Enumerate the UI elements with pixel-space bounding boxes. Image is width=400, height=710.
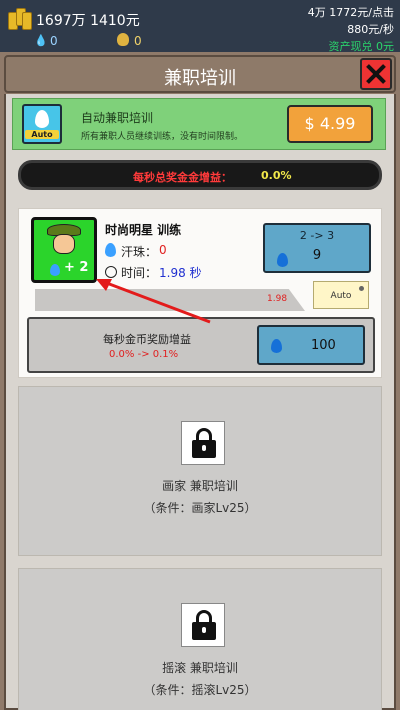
page-title: 兼职培训: [164, 68, 236, 89]
reward-title: 每秒金币奖励增益: [103, 333, 191, 346]
training-progress-bar: [35, 289, 305, 311]
per-second-income: 880元/秒: [347, 23, 394, 36]
locked-card-condition: （条件：摇滚Lv25）: [143, 683, 257, 697]
status-bar: 1697万 1410元 💧 0 0 4万 1772元/点击 880元/秒 资产现…: [0, 0, 400, 54]
face-icon: [53, 234, 75, 254]
sweat-drop-icon: 💧: [34, 34, 48, 47]
money-bag-icon: [117, 33, 129, 46]
close-button[interactable]: [360, 58, 392, 90]
sweat-label: 汗珠：: [121, 245, 158, 259]
card-title: 时尚明星 训练: [105, 223, 182, 237]
money-display: 1697万 1410元: [36, 13, 140, 29]
auto-training-banner: Auto 自动兼职培训 所有兼职人员继续训练，没有时间限制。 $ 4.99: [12, 98, 386, 150]
auto-training-icon: Auto: [22, 104, 62, 144]
locked-training-card: 画家 兼职培训 （条件：画家Lv25）: [18, 386, 382, 556]
training-card-fashion-star: + 2 时尚明星 训练 汗珠： 0 时间： 1.98 秒 2 -> 3 9 1.…: [18, 208, 382, 378]
locked-card-title: 画家 兼职培训: [162, 479, 238, 493]
avatar-badge: + 2: [64, 260, 89, 275]
lock-icon: [181, 421, 225, 465]
per-click-income: 4万 1772元/点击: [307, 6, 394, 19]
reward-panel: 每秒金币奖励增益 0.0% -> 0.1% 100: [27, 317, 375, 373]
reward-upgrade-button[interactable]: 100: [257, 325, 365, 365]
buy-auto-training-button[interactable]: $ 4.99: [287, 105, 373, 143]
reward-change: 0.0% -> 0.1%: [109, 349, 179, 360]
sweat-drop-icon: [105, 243, 116, 257]
time-value: 1.98 秒: [159, 266, 202, 280]
auto-training-description: 所有兼职人员继续训练，没有时间限制。: [81, 132, 244, 142]
auto-training-title: 自动兼职培训: [81, 111, 154, 125]
total-bonus-bar: 每秒总奖金金增益： 0.0%: [18, 160, 382, 190]
drop-icon: [271, 339, 282, 353]
sweat-count: 0: [50, 34, 58, 48]
level-up-button[interactable]: 2 -> 3 9: [263, 223, 371, 273]
cash-out-link[interactable]: 资产现兑 0元: [329, 38, 395, 54]
lock-icon: [181, 603, 225, 647]
sweat-value: 0: [159, 243, 167, 257]
bag-count: 0: [134, 34, 142, 48]
progress-text: 1.98: [267, 294, 288, 304]
dialog-header: 兼职培训: [4, 55, 396, 93]
bonus-label: 每秒总奖金金增益：: [133, 171, 232, 184]
auto-toggle[interactable]: Auto: [313, 281, 369, 309]
locked-card-title: 摇滚 兼职培训: [162, 661, 238, 675]
clock-icon: [105, 266, 117, 278]
drop-icon: [50, 264, 60, 276]
coins-icon: [8, 8, 32, 30]
level-change: 2 -> 3: [299, 229, 335, 242]
locked-card-condition: （条件：画家Lv25）: [143, 501, 257, 515]
drop-icon: [277, 253, 288, 267]
locked-training-card: 摇滚 兼职培训 （条件：摇滚Lv25）: [18, 568, 382, 710]
bonus-value: 0.0%: [261, 169, 292, 182]
fashion-star-avatar[interactable]: + 2: [31, 217, 97, 283]
time-label: 时间：: [121, 266, 158, 280]
reward-cost: 100: [311, 338, 336, 353]
